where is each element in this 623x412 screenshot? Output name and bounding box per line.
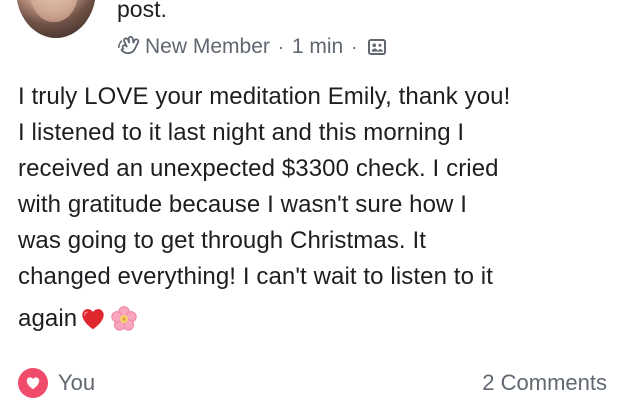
author-badge[interactable]: New Member [145, 35, 270, 59]
post-body-line: was going to get through Christmas. It [18, 227, 427, 254]
reaction-label: You [58, 370, 96, 395]
post-reaction-bar: You 2 Comments [18, 367, 607, 399]
post-body-line: received an unexpected $3300 check. I cr… [18, 155, 499, 182]
post-body: I truly LOVE your meditation Emily, than… [18, 79, 618, 341]
avatar[interactable] [16, 0, 96, 38]
post-body-line: with gratitude because I wasn't sure how… [18, 191, 468, 218]
meta-separator: · [351, 36, 358, 57]
post-body-line: I truly LOVE your meditation Emily, than… [18, 83, 511, 110]
post-body-last-line: again [18, 297, 618, 341]
post-card: post. New Member · 1 min · I truly LOVE … [0, 0, 623, 412]
waving-hand-icon [117, 35, 141, 59]
avatar-image [30, 0, 78, 22]
reaction-summary[interactable]: You [18, 368, 95, 398]
cherry-blossom-icon [110, 305, 138, 333]
post-body-line: again [18, 305, 78, 332]
post-body-line: changed everything! I can't wait to list… [18, 263, 493, 290]
post-body-line: I listened to it last night and this mor… [18, 119, 465, 146]
comments-count-link[interactable]: 2 Comments [482, 370, 607, 396]
post-timestamp[interactable]: 1 min [292, 35, 343, 59]
group-privacy-icon[interactable] [367, 37, 387, 57]
heart-icon [18, 368, 48, 398]
post-meta: New Member · 1 min · [117, 34, 387, 60]
red-heart-icon [79, 305, 107, 333]
post-header-fragment: post. [117, 0, 167, 22]
meta-separator: · [277, 36, 284, 57]
